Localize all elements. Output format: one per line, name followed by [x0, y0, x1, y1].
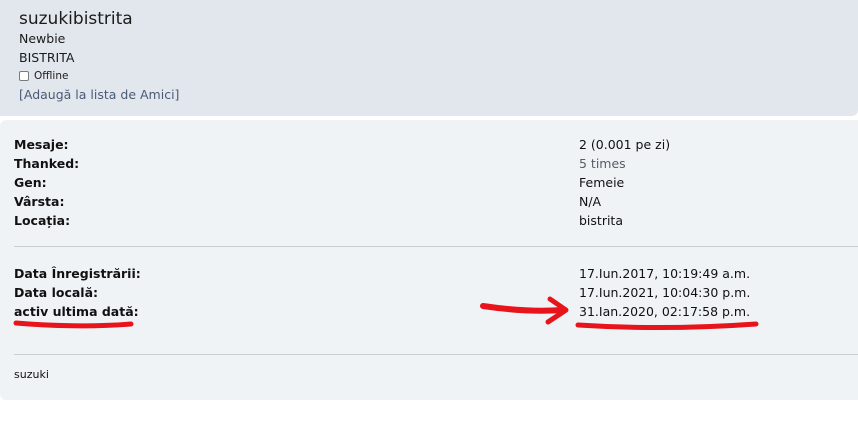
stat-label: Thanked:	[14, 156, 80, 171]
profile-username[interactable]: suzukibistrita	[19, 9, 133, 29]
stat-row-age: Vârsta: N/A	[14, 194, 854, 212]
user-signature: suzuki	[14, 368, 49, 381]
profile-details-panel: Mesaje: 2 (0.001 pe zi) Thanked: 5 times…	[0, 120, 858, 400]
profile-rank: Newbie	[19, 31, 66, 46]
date-value: 17.Iun.2017, 10:19:49 a.m.	[579, 266, 751, 281]
stat-label: Gen:	[14, 175, 47, 190]
section-divider	[14, 246, 858, 247]
stat-label: Locația:	[14, 213, 71, 228]
date-row-local: Data locală: 17.Iun.2021, 10:04:30 p.m.	[14, 285, 854, 303]
date-row-registered: Data Înregistrării: 17.Iun.2017, 10:19:4…	[14, 266, 854, 284]
add-friend-link[interactable]: [Adaugă la lista de Amici]	[19, 87, 179, 102]
stat-label: Vârsta:	[14, 194, 65, 209]
status-label: Offline	[34, 70, 69, 82]
date-label: Data locală:	[14, 285, 99, 300]
profile-header: suzukibistrita Newbie BISTRITA Offline […	[0, 0, 858, 116]
online-status: Offline	[19, 70, 68, 82]
date-value: 17.Iun.2021, 10:04:30 p.m.	[579, 285, 751, 300]
status-checkbox-icon	[19, 71, 29, 81]
stat-row-location: Locația: bistrita	[14, 213, 854, 231]
section-divider	[14, 354, 858, 355]
stat-value: bistrita	[579, 213, 623, 228]
stat-row-thanked: Thanked: 5 times	[14, 156, 854, 174]
date-label: activ ultima dată:	[14, 304, 139, 319]
thanked-link[interactable]: 5 times	[579, 156, 626, 171]
profile-location: BISTRITA	[19, 50, 75, 65]
stat-row-gender: Gen: Femeie	[14, 175, 854, 193]
stat-value: 2 (0.001 pe zi)	[579, 137, 671, 152]
date-label: Data Înregistrării:	[14, 266, 141, 281]
date-value: 31.Ian.2020, 02:17:58 p.m.	[579, 304, 751, 319]
stat-value: N/A	[579, 194, 602, 209]
stat-label: Mesaje:	[14, 137, 69, 152]
date-row-last-active: activ ultima dată: 31.Ian.2020, 02:17:58…	[14, 304, 854, 322]
stat-value: Femeie	[579, 175, 625, 190]
stat-row-messages: Mesaje: 2 (0.001 pe zi)	[14, 137, 854, 155]
